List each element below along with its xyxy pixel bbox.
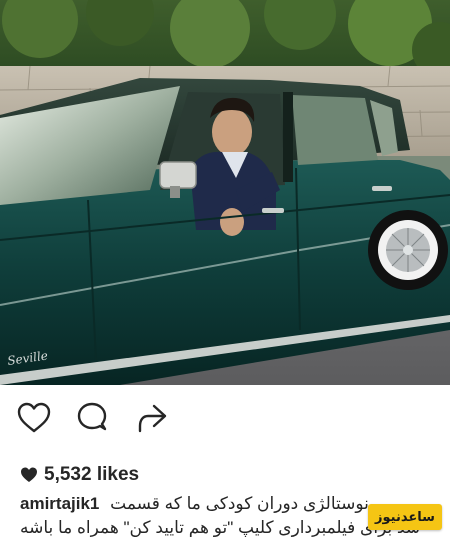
post-photo-illustration: Seville [0,0,450,385]
watermark-logo: ساعدنیوز [368,504,442,530]
username-link[interactable]: amirtajik1 [20,494,99,513]
heart-filled-icon [21,467,37,482]
likes-count-label: 5,532 likes [44,464,140,485]
speech-bubble-icon [77,402,107,431]
like-button[interactable] [16,400,52,436]
caption-text-1: نوستالژی دوران کودکی ما که قسمت [110,494,369,513]
comment-button[interactable] [74,400,110,436]
share-arrow-icon [138,404,167,433]
heart-outline-icon [17,402,51,433]
post-actions-bar [0,392,450,444]
watermark-text: ساعدنیوز [375,509,435,524]
likes-count[interactable]: 5,532 likes [20,462,139,488]
share-button[interactable] [134,400,170,436]
caption-text-2: شد برای فیلمبرداری کلیپ "تو هم تایید کن"… [20,518,421,537]
post-photo[interactable]: Seville [0,0,450,385]
